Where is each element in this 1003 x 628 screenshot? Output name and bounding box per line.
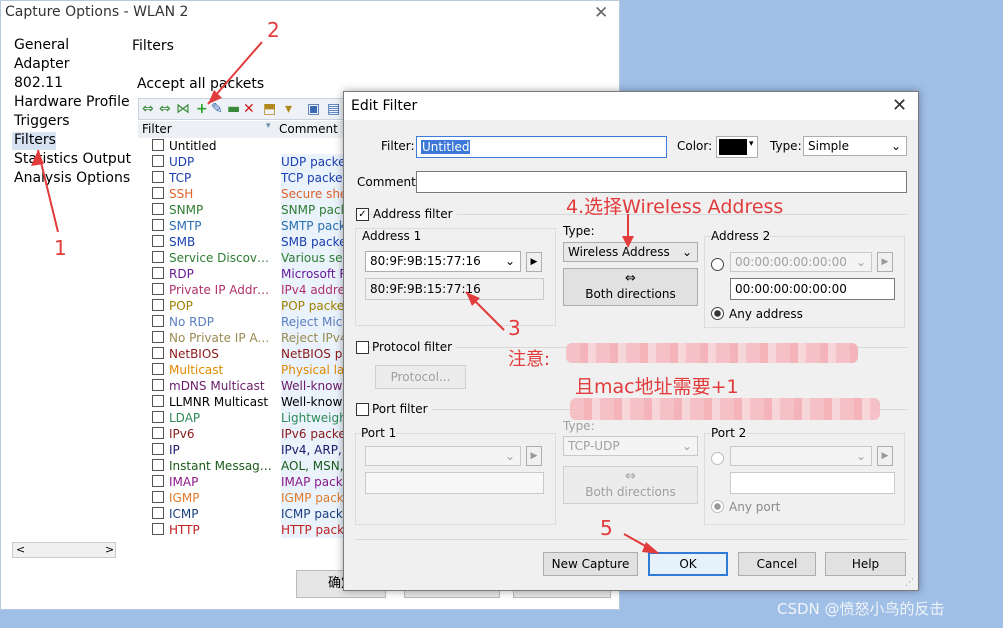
annotation-note-1: 注意: [508, 349, 551, 370]
annotation-step-5: 5 [600, 516, 613, 540]
arrow-5-head [642, 542, 660, 554]
annotation-step-3: 3 [508, 316, 521, 340]
annotation-step-4: 4.选择Wireless Address [566, 196, 784, 218]
arrow-2-head [208, 90, 222, 104]
redacted-note-blur [566, 343, 858, 363]
annotation-note-2: 且mac地址需要+1 [575, 376, 739, 398]
watermark: CSDN @愤怒小鸟的反击 [777, 600, 945, 618]
arrow-1-head [31, 150, 44, 166]
annotation-step-1: 1 [54, 236, 67, 260]
arrow-4-head [622, 236, 634, 248]
annotation-step-2: 2 [267, 18, 280, 42]
annotation-arrows [31, 41, 660, 554]
redacted-note-blur-2 [570, 398, 880, 420]
